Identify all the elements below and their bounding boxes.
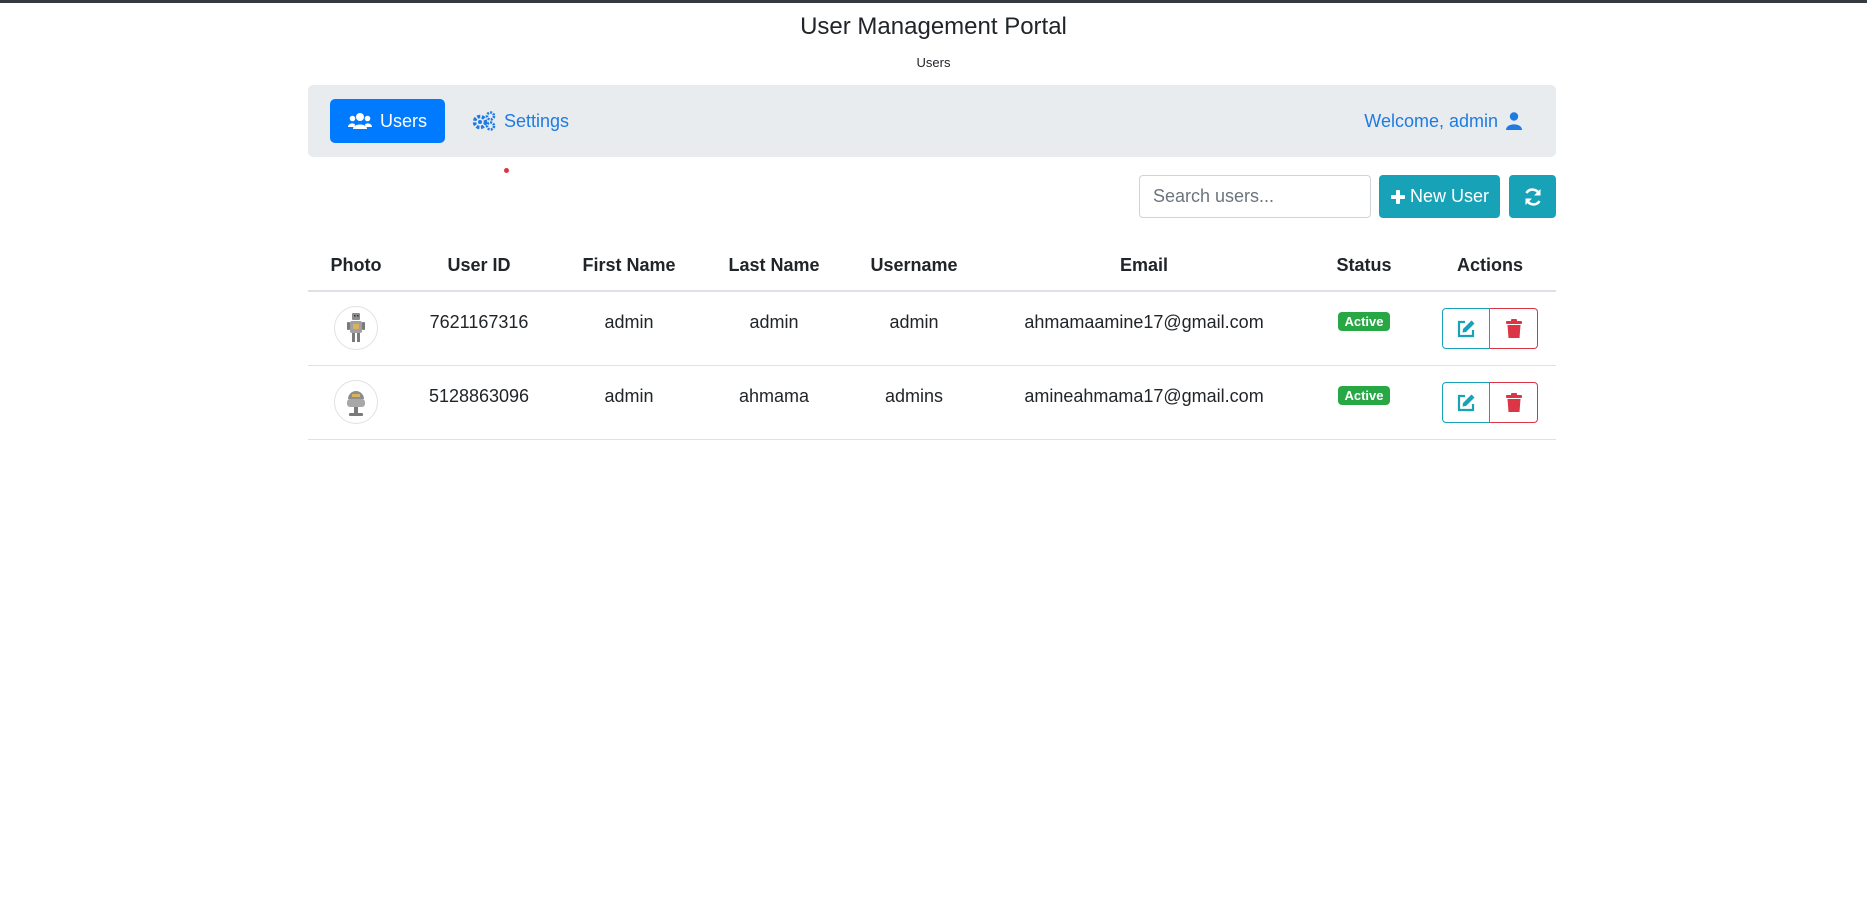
page-subtitle: Users [916,55,951,70]
table-row: 5128863096 admin ahmama admins amineahma… [308,365,1556,440]
welcome-user-link[interactable]: Welcome, admin [1364,99,1522,143]
first-name-cell: admin [604,386,654,406]
nav-users-button[interactable]: Users [330,99,446,143]
column-header-username: Username [844,240,984,292]
red-dot-marker [504,168,509,173]
column-header-user-id: User ID [404,240,554,292]
welcome-label: Welcome, admin [1364,110,1498,131]
status-badge: Active [1338,312,1390,331]
edit-user-button[interactable] [1442,308,1490,349]
new-user-button[interactable]: New User [1379,175,1500,218]
column-header-first-name: First Name [554,240,704,292]
trash-icon [1505,318,1522,338]
column-header-status: Status [1304,240,1424,292]
edit-user-button[interactable] [1442,382,1490,423]
delete-user-button[interactable] [1490,308,1538,349]
email-cell: ahmamaamine17@gmail.com [1024,312,1264,332]
window-top-border [0,0,1867,3]
trash-icon [1505,392,1522,412]
user-avatar [334,380,378,424]
robot-avatar-icon [347,313,365,342]
search-input[interactable] [1139,175,1371,218]
username-cell: admins [884,386,944,406]
username-cell: admin [889,312,939,332]
column-header-email: Email [984,240,1304,292]
page-header: User Management Portal Users [0,10,1867,70]
user-id-cell: 7621167316 [429,312,529,332]
users-icon [348,113,372,129]
robot-avatar-icon [347,391,365,416]
last-name-cell: admin [749,312,799,332]
refresh-button[interactable] [1509,175,1556,218]
status-badge: Active [1338,386,1390,405]
first-name-cell: admin [604,312,654,332]
nav-settings-label: Settings [504,110,570,131]
row-actions [1442,382,1538,423]
plus-icon [1390,189,1405,204]
table-row: 7621167316 admin admin admin ahmamaamine… [308,291,1556,366]
cogs-icon [472,111,496,131]
delete-user-button[interactable] [1490,382,1538,423]
nav-users-label: Users [380,110,428,131]
refresh-icon [1524,187,1541,206]
edit-icon [1457,320,1475,337]
edit-icon [1457,394,1475,411]
new-user-label: New User [1409,186,1489,206]
column-header-photo: Photo [308,240,404,292]
page-title: User Management Portal [800,13,1067,40]
user-icon [1506,112,1522,130]
user-avatar [334,306,378,350]
navbar: Users Settings Welcome, admin [308,85,1556,157]
nav-settings-button[interactable]: Settings [454,99,587,143]
email-cell: amineahmama17@gmail.com [1024,386,1264,406]
users-table: Photo User ID First Name Last Name Usern… [308,240,1556,440]
column-header-actions: Actions [1424,240,1556,292]
user-id-cell: 5128863096 [428,386,530,406]
column-header-last-name: Last Name [704,240,844,292]
table-header-row: Photo User ID First Name Last Name Usern… [308,240,1556,292]
row-actions [1442,308,1538,349]
last-name-cell: ahmama [738,386,810,406]
